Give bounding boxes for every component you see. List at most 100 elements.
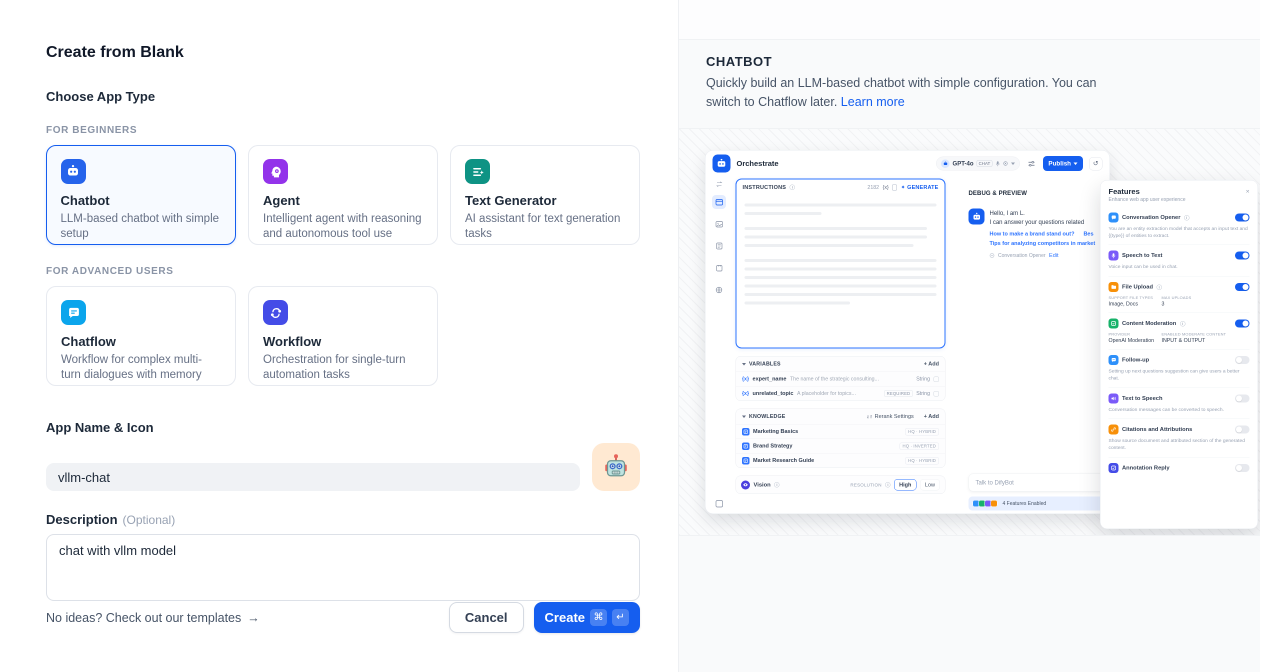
collapse-caret-icon [742,362,746,365]
info-icon: i [790,184,796,190]
templates-link[interactable]: No ideas? Check out our templates → [46,611,260,625]
description-textarea[interactable]: chat with vllm model [46,534,640,601]
toggle-off [1235,463,1250,471]
variable-type-icon [934,390,940,396]
follow-up-icon [1109,355,1119,365]
create-button[interactable]: Create ⌘ ↵ [534,602,640,633]
char-count: 2182 [867,184,879,190]
resolution-label: RESOLUTION [850,482,881,487]
dataset-icon [742,456,750,464]
model-mode-badge: CHAT [977,160,993,167]
app-name-row [46,443,640,491]
feature-file-upload: File Upload i SUPPORT FILE TYPES Image, … [1109,276,1250,307]
history-icon: ↺ [1089,156,1103,170]
preview-window-title: Orchestrate [737,159,931,168]
card-chatflow[interactable]: Chatflow Workflow for complex multi-turn… [46,286,236,386]
variable-type-icon [934,376,940,382]
settings-dot-icon [1003,161,1008,166]
workflow-icon [263,300,288,325]
card-desc: LLM-based chatbot with simple setup [61,212,222,242]
feature-content-moderation: Content Moderation i PROVIDER OpenAI Mod… [1109,312,1250,343]
chevron-down-icon [1074,162,1078,165]
instructions-panel: INSTRUCTIONS i 2182 {x} ✦ GENERATE [736,178,946,348]
publish-button: Publish [1043,156,1083,171]
variables-panel: VARIABLES + Add {x} expert_name The name… [736,356,946,401]
card-desc: Intelligent agent with reasoning and aut… [263,212,423,242]
opener-icon [990,253,995,258]
feature-annotation-reply: Annotation Reply [1109,456,1250,472]
for-beginners-label: FOR BEGINNERS [46,125,640,136]
add-knowledge-button: + Add [924,413,939,419]
knowledge-title: KNOWLEDGE [749,413,864,419]
instructions-title: INSTRUCTIONS [743,184,787,190]
learn-more-link[interactable]: Learn more [841,95,905,109]
knowledge-row: Marketing Basics HQ · HYBRID [736,424,945,439]
chat-message: Hello, I am L. I can answer your questio… [969,208,1110,258]
chatflow-icon [61,300,86,325]
card-agent[interactable]: Agent Intelligent agent with reasoning a… [248,145,438,245]
add-variable-button: + Add [924,361,939,367]
info-icon: i [885,482,891,488]
beginner-cards: Chatbot LLM-based chatbot with simple se… [46,145,640,245]
model-name: GPT-4o [953,160,974,167]
toggle-off [1235,394,1250,402]
mic-icon [995,160,1000,166]
agent-icon [263,159,288,184]
chat-input: Talk to DifyBot [969,473,1111,491]
upload-mini-icon [991,500,998,507]
info-icon: i [1184,214,1190,220]
variable-row: {x} unrelated_topic A placeholder for to… [736,386,945,401]
app-icon-picker[interactable] [592,443,640,491]
card-title: Workflow [263,334,423,349]
conversation-opener-row: Conversation Opener Edit [990,252,1096,258]
info-icon: i [774,482,780,488]
collapse-caret-icon [742,415,746,418]
suggested-question: Tips for analyzing competitors in market [990,240,1096,246]
debug-preview-column: DEBUG & PREVIEW Hello, I am L. I can ans… [957,176,1110,514]
card-chatbot[interactable]: Chatbot LLM-based chatbot with simple se… [46,145,236,245]
feature-speech-to-text: Speech to Text Voice input can be used i… [1109,244,1250,270]
bot-avatar-icon [969,208,985,224]
preview-topbar: Orchestrate GPT-4o CHAT [706,150,1110,176]
app-name-input[interactable] [46,463,580,491]
edit-opener-link: Edit [1049,252,1058,258]
choose-app-type-label: Choose App Type [46,89,640,104]
content-moderation-icon [1109,318,1119,328]
dataset-icon [742,442,750,450]
card-desc: Workflow for complex multi-turn dialogue… [61,353,221,383]
feature-follow-up: Follow-up Setting up next questions sugg… [1109,349,1250,382]
toggle-on [1235,283,1250,291]
suggested-question: How to make a brand stand out?Bes [990,231,1096,237]
cmd-key-icon: ⌘ [590,609,607,626]
toggle-on [1235,319,1250,327]
create-app-panel: Create from Blank Choose App Type FOR BE… [0,0,679,672]
robot-emoji-icon [601,452,631,482]
orchestrate-tab-icon [712,195,726,209]
preview-panel: CHATBOT Quickly build an LLM-based chatb… [679,0,1260,672]
variable-token-icon: {x} [883,184,889,190]
generate-button: ✦ GENERATE [901,184,939,191]
model-logo-icon [941,159,950,168]
description-label-row: Description (Optional) [46,512,640,527]
info-icon: i [1180,320,1186,326]
collapse-sidebar-icon [715,500,723,508]
chatbot-icon [61,159,86,184]
variable-row: {x} expert_name The name of the strategi… [736,371,945,386]
image-panel-icon [712,217,726,231]
variables-title: VARIABLES [749,361,921,367]
model-params-icon [1028,160,1035,167]
app-avatar-icon [713,154,731,172]
required-badge: REQUIRED [884,390,913,397]
card-title: Text Generator [465,193,625,208]
card-title: Chatbot [61,193,222,208]
page-title: Create from Blank [46,44,640,62]
text-generator-icon [465,159,490,184]
knowledge-row: Market Research Guide HQ · HYBRID [736,453,945,468]
toggle-off [1235,425,1250,433]
arrow-right-icon: → [247,611,260,625]
conversation-opener-icon [1109,212,1119,222]
card-text-generator[interactable]: Text Generator AI assistant for text gen… [450,145,640,245]
cancel-button[interactable]: Cancel [449,602,524,633]
card-workflow[interactable]: Workflow Orchestration for single-turn a… [248,286,438,386]
features-title: Features [1109,187,1246,196]
